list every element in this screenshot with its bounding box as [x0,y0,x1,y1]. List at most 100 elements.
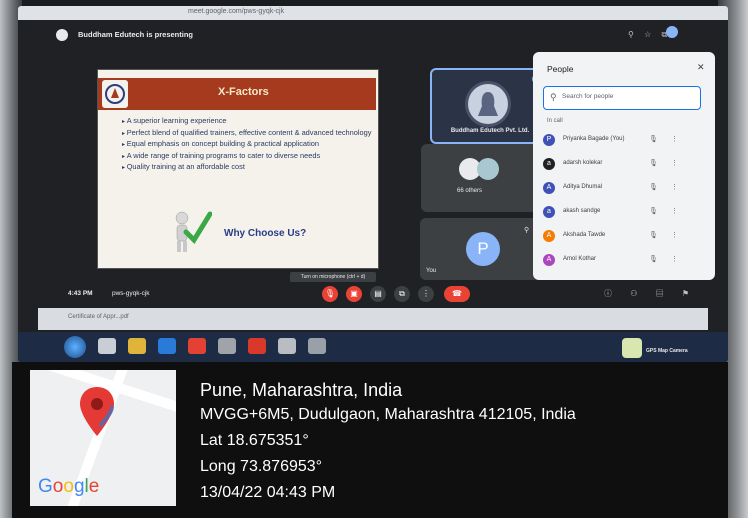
location-address: MVGG+6M5, Dudulgaon, Maharashtra 412105,… [200,406,576,423]
top-toolbar-icons[interactable]: ⚲ ☆ ⧉ [628,30,671,40]
meeting-time: 4:43 PM [68,290,93,297]
people-list-item[interactable]: A Amol Kothar 🎙 ⋮ [543,252,707,270]
presentation-slide: X-Factors A superior learning experience… [98,70,378,268]
mic-tooltip: Turn on microphone (ctrl + d) [290,272,376,282]
close-icon[interactable]: ✕ [697,62,705,73]
browser-tab-strip: meet.google.com/pws-gyqk-cjk [18,6,728,20]
slide-cta-text: Why Choose Us? [224,228,307,239]
meet-bottom-bar: 4:43 PM pws-gyqk-cjk Turn on microphone … [18,272,728,306]
slide-title: X-Factors [218,86,269,98]
people-panel: People ✕ ⚲ Search for people In call P Pr… [533,52,715,280]
avatar: P [543,134,555,146]
meeting-code: pws-gyqk-cjk [112,290,150,297]
taskbar-ie-icon[interactable] [158,338,176,354]
download-file-name[interactable]: Certificate of Appr...pdf [68,314,129,320]
avatar: a [543,158,555,170]
taskbar-app-icon[interactable] [98,338,116,354]
participant-name: Amol Kothar [563,256,597,262]
avatar: A [543,230,555,242]
mic-off-icon: 🎙 [649,136,658,143]
avatar: A [543,182,555,194]
profile-badge-icon[interactable] [666,26,678,38]
more-options-icon[interactable]: ⋮ [671,183,678,191]
mic-off-button[interactable]: 🎙 [322,286,338,302]
taskbar-pdf-icon[interactable] [248,338,266,354]
start-button[interactable] [64,336,86,358]
participant-tile-you[interactable]: P You ⚲ [420,218,540,280]
end-call-button[interactable]: ☎ [444,286,470,302]
slide-header: X-Factors [98,78,376,110]
gps-app-label: GPS Map Camera [646,348,688,354]
participant-name: Akshada Tawde [563,232,606,238]
google-logo-letter: o [63,476,74,497]
checkmark-figure-icon [175,211,212,252]
participant-name: adarsh kolekar [563,160,603,166]
avatar [477,158,499,180]
mic-off-icon: 🎙 [649,160,658,167]
side-panel-icons[interactable]: ⓘ ⚇ ▤ ⚑ [604,288,697,299]
people-list-item[interactable]: A Aditya Dhumal 🎙 ⋮ [543,180,707,198]
slide-bullet: Equal emphasis on concept building & pra… [122,139,372,151]
taskbar-app-icon[interactable] [218,338,236,354]
participant-tile-others[interactable]: 66 others [421,144,537,212]
more-options-icon[interactable]: ⋮ [671,207,678,215]
location-longitude: Long 73.876953° [200,458,323,475]
people-search-box[interactable]: ⚲ Search for people [543,86,701,110]
participant-name: You [426,268,437,274]
location-city: Pune, Maharashtra, India [200,380,403,400]
google-logo: Google [38,476,99,498]
download-bar: Certificate of Appr...pdf [38,308,708,330]
map-pin-icon [80,387,114,436]
mic-off-icon: 🎙 [649,184,658,191]
google-logo-letter: g [73,476,85,497]
people-list-item[interactable]: a akash sandge 🎙 ⋮ [543,204,707,222]
more-options-icon[interactable]: ⋮ [671,135,678,143]
present-button[interactable]: ⧉ [394,286,410,302]
taskbar-folder-icon[interactable] [128,338,146,354]
slide-logo [102,80,128,108]
in-call-label: In call [547,118,563,124]
search-icon: ⚲ [550,92,557,102]
google-logo-letter: o [52,476,64,497]
participant-name: akash sandge [563,208,601,214]
taskbar-chrome-icon[interactable] [188,338,206,354]
captions-button[interactable]: ▤ [370,286,386,302]
url-text[interactable]: meet.google.com/pws-gyqk-cjk [188,8,284,15]
camera-off-button[interactable]: ▣ [346,286,362,302]
location-latitude: Lat 18.675351° [200,432,309,449]
google-logo-letter: G [38,476,53,497]
others-count: 66 others [457,188,483,194]
presenting-banner: Buddham Edutech is presenting [78,30,194,39]
mic-off-icon: 🎙 [649,232,658,239]
more-options-icon[interactable]: ⋮ [671,255,678,263]
mic-off-icon: 🎙 [649,208,658,215]
slide-bullet: Quality training at an affordable cost [122,162,372,174]
location-datetime: 13/04/22 04:43 PM [200,484,336,501]
more-options-icon[interactable]: ⋮ [671,159,678,167]
participant-name: Buddham Edutech Pvt. Ltd. [450,128,530,134]
mic-off-icon: 🎙 [649,256,658,263]
slide-bullet: A superior learning experience [122,116,372,128]
people-list-item[interactable]: P Priyanka Bagade (You) 🎙 ⋮ [543,132,707,150]
participant-name: Priyanka Bagade (You) [563,136,625,142]
slide-bullet: Perfect blend of qualified trainers, eff… [122,128,372,140]
people-list-item[interactable]: a adarsh kolekar 🎙 ⋮ [543,156,707,174]
participant-name: Aditya Dhumal [563,184,603,190]
map-thumbnail: Google [30,370,176,506]
slide-bullet: A wide range of training programs to cat… [122,151,372,163]
more-options-icon[interactable]: ⋮ [671,231,678,239]
taskbar-app-icon[interactable] [308,338,326,354]
panel-title: People [547,64,574,74]
more-options-button[interactable]: ⋮ [418,286,434,302]
people-list-item[interactable]: A Akshada Tawde 🎙 ⋮ [543,228,707,246]
participant-tile-org[interactable]: Buddham Edutech Pvt. Ltd. [430,68,546,144]
pin-icon[interactable]: ⚲ [524,226,529,234]
slide-bullet-list: A superior learning experience Perfect b… [122,116,372,174]
google-logo-letter: e [88,476,100,497]
search-input[interactable]: Search for people [562,93,613,100]
meet-top-bar: Buddham Edutech is presenting ⚲ ☆ ⧉ [18,20,728,54]
monitor-screen: meet.google.com/pws-gyqk-cjk Buddham Edu… [18,6,728,362]
taskbar-app-icon[interactable] [278,338,296,354]
avatar: A [543,254,555,266]
gps-info-overlay: Google Pune, Maharashtra, India MVGG+6M5… [12,362,728,518]
